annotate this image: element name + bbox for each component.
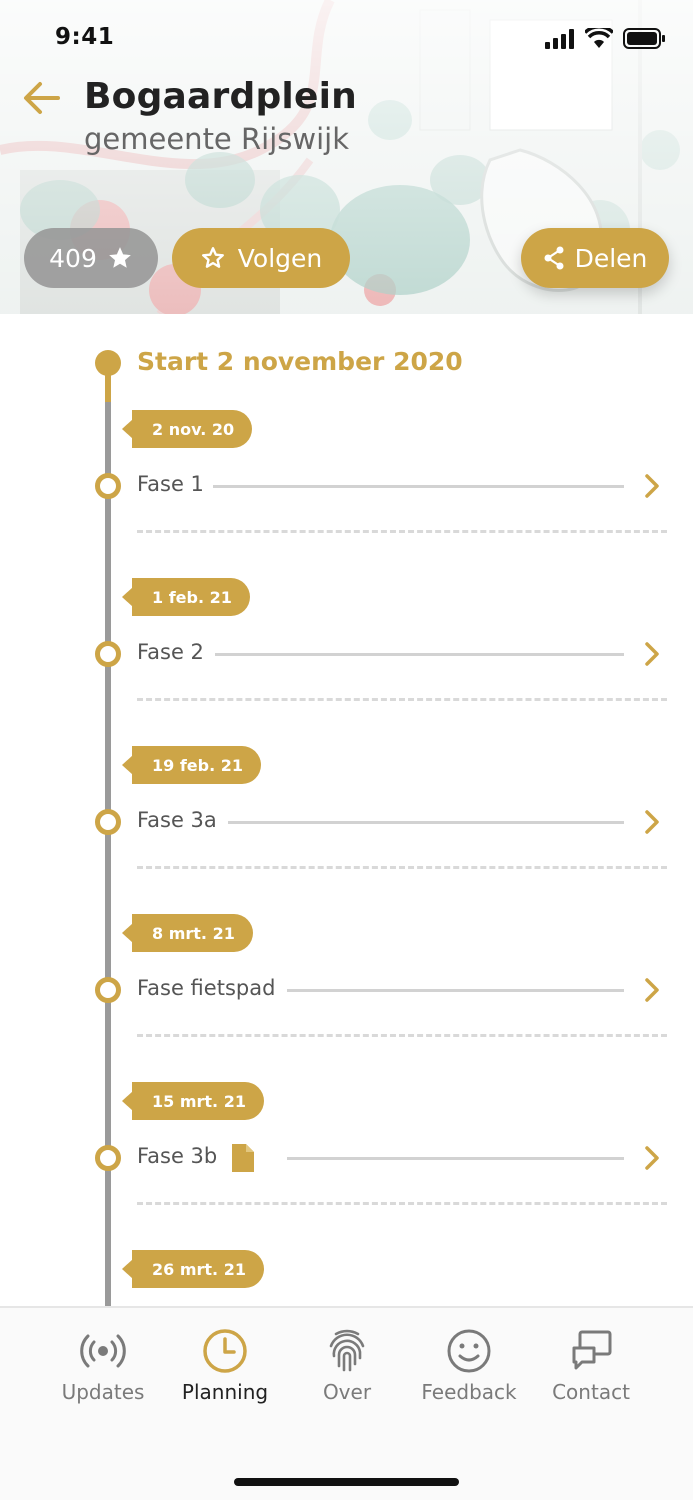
phase-dot (95, 809, 121, 835)
chevron-right-icon (645, 1146, 659, 1170)
phase-dot (95, 641, 121, 667)
chevron-right-icon (645, 642, 659, 666)
tab-label: Over (322, 1380, 372, 1404)
tab-label: Updates (61, 1380, 145, 1404)
phase-name: Fase 2 (137, 640, 204, 664)
tab-label: Contact (552, 1380, 630, 1404)
phase-dot (95, 977, 121, 1003)
page-title: Bogaardplein (84, 76, 357, 117)
phase-name: Fase fietspad (137, 976, 276, 1000)
phase-row-fase-fietspad[interactable]: Fase fietspad (0, 968, 693, 1012)
phase-divider (137, 530, 667, 533)
phase-rule (287, 1157, 624, 1160)
timeline-start-dot (95, 350, 121, 376)
date-tag: 26 mrt. 21 (122, 1250, 264, 1288)
status-icons (545, 28, 665, 49)
phase-divider (137, 1034, 667, 1037)
tab-updates[interactable]: Updates (42, 1326, 164, 1406)
tab-over[interactable]: Over (286, 1326, 408, 1406)
rating-count: 409 (49, 243, 97, 273)
timeline-item: 8 mrt. 21 Fase fietspad (0, 914, 693, 1082)
date-tag: 15 mrt. 21 (122, 1082, 264, 1120)
battery-icon (623, 28, 665, 49)
phase-name: Fase 1 (137, 472, 204, 496)
phase-row-fase-1[interactable]: Fase 1 (0, 464, 693, 508)
timeline-item: 15 mrt. 21 Fase 3b (0, 1082, 693, 1250)
timeline-start-label: Start 2 november 2020 (137, 347, 463, 376)
phase-divider (137, 698, 667, 701)
tab-planning[interactable]: Planning (164, 1326, 286, 1406)
phase-row-fase-3b[interactable]: Fase 3b (0, 1136, 693, 1180)
back-button[interactable] (22, 78, 62, 118)
arrow-left-icon (24, 82, 60, 114)
timeline-item: 26 mrt. 21 (0, 1250, 693, 1306)
status-time: 9:41 (55, 24, 115, 50)
phase-row-fase-2[interactable]: Fase 2 (0, 632, 693, 676)
document-icon (232, 1144, 254, 1172)
share-button[interactable]: Delen (521, 228, 669, 288)
broadcast-icon (80, 1334, 126, 1368)
wifi-icon (585, 28, 613, 48)
phase-dot (95, 1145, 121, 1171)
timeline-item: 2 nov. 20 Fase 1 (0, 410, 693, 578)
signal-icon (545, 28, 574, 49)
phase-divider (137, 1202, 667, 1205)
fingerprint-icon (329, 1329, 365, 1372)
timeline-item: 1 feb. 21 Fase 2 (0, 578, 693, 746)
page-subtitle: gemeente Rijswijk (84, 122, 349, 156)
phase-rule (287, 989, 624, 992)
phase-divider (137, 866, 667, 869)
date-tag: 19 feb. 21 (121, 746, 262, 784)
phase-dot (95, 473, 121, 499)
star-outline-icon (201, 247, 224, 268)
chevron-right-icon (645, 810, 659, 834)
star-filled-icon (109, 247, 131, 268)
bottom-tab-bar: Updates Planning Over Feedback Contact (0, 1306, 693, 1500)
tab-contact[interactable]: Contact (530, 1326, 652, 1406)
rating-badge[interactable]: 409 (24, 228, 158, 288)
date-tag: 2 nov. 20 (121, 410, 253, 448)
phase-name: Fase 3a (137, 808, 217, 832)
timeline-item: 19 feb. 21 Fase 3a (0, 746, 693, 914)
tab-feedback[interactable]: Feedback (408, 1326, 530, 1406)
home-indicator (234, 1478, 459, 1486)
tab-label: Planning (181, 1380, 269, 1404)
follow-button[interactable]: Volgen (172, 228, 350, 288)
phase-row-fase-3a[interactable]: Fase 3a (0, 800, 693, 844)
chevron-right-icon (645, 978, 659, 1002)
date-tag: 8 mrt. 21 (122, 914, 253, 952)
clock-icon (203, 1329, 247, 1373)
status-bar: 9:41 (0, 0, 693, 78)
phase-rule (213, 485, 624, 488)
phase-rule (228, 821, 624, 824)
project-header: 9:41 Bogaardplein gemeente Rijswijk 409 … (0, 0, 693, 314)
chat-screen-icon (572, 1330, 612, 1370)
tab-label: Feedback (421, 1380, 517, 1404)
share-icon (544, 246, 564, 270)
phase-rule (215, 653, 624, 656)
smiley-icon (447, 1329, 491, 1373)
date-tag: 1 feb. 21 (122, 578, 250, 616)
follow-label: Volgen (237, 243, 323, 273)
share-label: Delen (574, 243, 648, 273)
phase-name: Fase 3b (137, 1144, 218, 1168)
chevron-right-icon (645, 474, 659, 498)
planning-timeline: Start 2 november 2020 2 nov. 20 Fase 1 1… (0, 314, 693, 1306)
